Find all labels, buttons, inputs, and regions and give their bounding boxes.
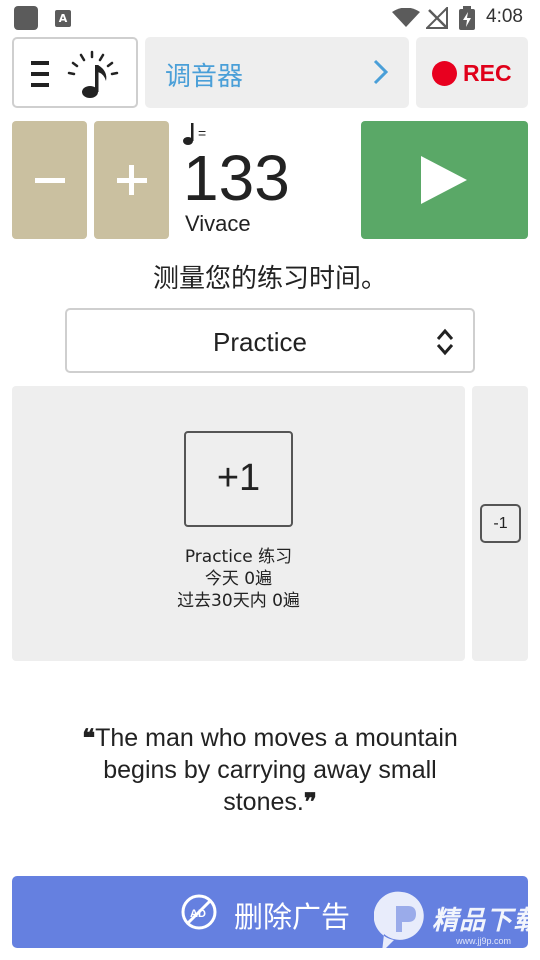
record-label: REC [463,60,512,86]
watermark-logo-icon [374,891,424,952]
watermark-text: 精品下载 [432,906,540,936]
remove-ads-label: 删除广告 [234,900,351,934]
add-one-label: +1 [216,457,261,499]
practice-stats: Practice 练习 今天 0遍 过去30天内 0遍 [12,546,465,612]
no-ads-icon-text: AD [190,908,206,920]
record-button[interactable]: REC [416,37,528,108]
practice-select-value: Practice [213,327,307,357]
metronome-logo-icon [67,50,119,98]
practice-stat-today: 今天 0遍 [204,569,273,589]
no-ads-icon: AD [181,894,217,930]
subtract-one-button[interactable]: -1 [480,504,521,543]
motivational-quote: ❝The man who moves a mountain begins by … [60,722,480,818]
no-signal-icon [426,7,448,29]
practice-counter-panel: +1 Practice 练习 今天 0遍 过去30天内 0遍 [12,386,465,661]
tuner-label: 调音器 [165,62,244,92]
record-dot-icon [432,61,457,86]
chevron-right-icon [373,59,389,85]
menu-button[interactable] [12,37,138,108]
quote-text: The man who moves a mountain begins by c… [95,724,458,816]
watermark-url: www.jj9p.com [456,936,512,946]
tempo-increase-button[interactable] [94,121,169,239]
play-button[interactable] [361,121,528,239]
sort-arrows-icon [437,328,453,356]
practice-stat-30days: 过去30天内 0遍 [177,591,300,611]
practice-stat-title: Practice 练习 [184,547,293,567]
play-icon [421,156,467,204]
quote-open-mark: ❝ [82,723,96,752]
add-one-button[interactable]: +1 [184,431,293,527]
practice-heading: 测量您的练习时间。 [152,264,387,294]
practice-select[interactable]: Practice [65,308,475,373]
quote-close-mark: ❞ [303,787,317,816]
tuner-button[interactable]: 调音器 [145,37,409,108]
status-bar: A 4:08 [0,0,540,36]
hamburger-menu-icon [31,61,49,87]
site-watermark: 精品下载 www.jj9p.com [372,888,540,954]
tempo-marking: Vivace [185,211,251,236]
minus-icon [35,178,65,183]
status-time: 4:08 [486,6,523,27]
notification-a-icon: A [55,10,71,27]
counter-side-panel: -1 [472,386,528,661]
battery-charging-icon [459,6,475,30]
notification-app-icon [14,6,38,30]
bpm-value[interactable]: 133 [183,139,290,217]
wifi-icon [392,8,420,27]
tempo-decrease-button[interactable] [12,121,87,239]
